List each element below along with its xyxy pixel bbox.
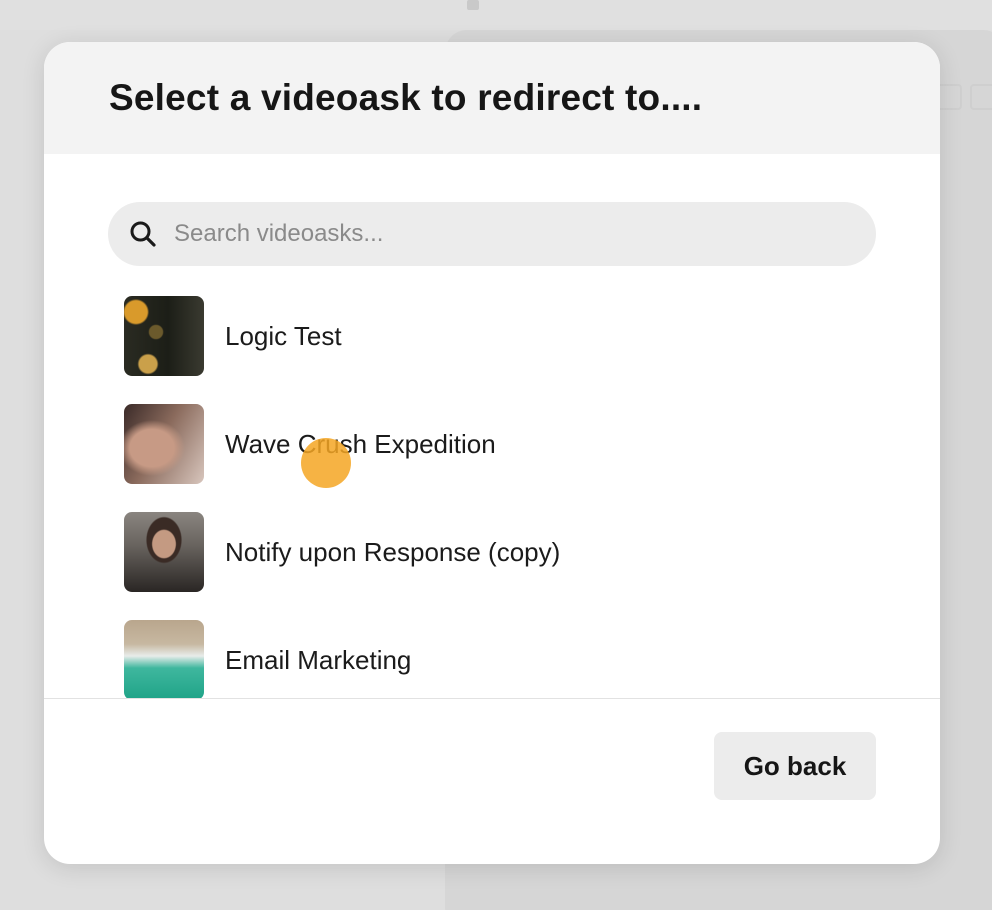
- search-icon: [128, 219, 158, 249]
- list-item-label: Wave Crush Expedition: [225, 428, 496, 459]
- list-item-email-marketing[interactable]: Email Marketing: [124, 620, 411, 698]
- list-item-wave-crush-expedition[interactable]: Wave Crush Expedition: [124, 404, 496, 484]
- list-item-notify-upon-response-copy[interactable]: Notify upon Response (copy): [124, 512, 560, 592]
- videoask-thumbnail: [124, 404, 204, 484]
- videoask-thumbnail: [124, 512, 204, 592]
- list-item-logic-test[interactable]: Logic Test: [124, 296, 342, 376]
- modal-title: Select a videoask to redirect to....: [109, 77, 703, 118]
- videoask-list: Logic Test Wave Crush Expedition Notify …: [44, 288, 940, 698]
- redirect-modal: Select a videoask to redirect to.... Log…: [44, 42, 940, 864]
- background-toolbar: [936, 84, 992, 110]
- search-input[interactable]: [172, 219, 856, 249]
- footer-divider: [44, 698, 940, 699]
- list-item-label: Notify upon Response (copy): [225, 536, 561, 567]
- background-indicator: [467, 0, 479, 10]
- list-item-label: Logic Test: [225, 320, 342, 351]
- videoask-thumbnail: [124, 620, 204, 698]
- background-topbar: [0, 0, 992, 30]
- videoask-thumbnail: [124, 296, 204, 376]
- list-item-label: Email Marketing: [225, 644, 412, 675]
- go-back-button[interactable]: Go back: [714, 732, 876, 800]
- modal-header: Select a videoask to redirect to....: [44, 42, 940, 154]
- background-icon: [970, 84, 992, 110]
- search-bar[interactable]: [108, 202, 876, 266]
